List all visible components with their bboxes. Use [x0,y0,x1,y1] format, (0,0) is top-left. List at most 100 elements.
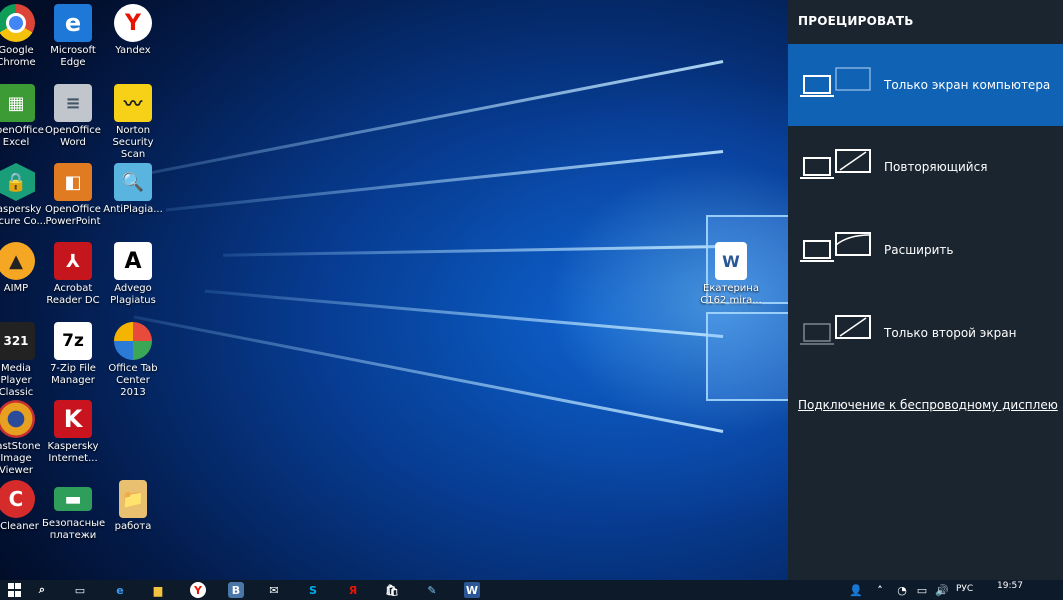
icon-label: Kaspersky Secure Co... [0,204,47,227]
chevron-up-icon[interactable]: ˄ [872,582,888,598]
edge-icon[interactable]: e [112,582,128,598]
media-player-icon: 321 [0,322,35,360]
presentation-icon: ◧ [54,163,92,201]
document-icon: ≡ [54,84,92,122]
icon-label: AntiPlagia... [103,204,163,215]
project-panel: ПРОЕЦИРОВАТЬ Только экран компьютера Пов… [788,0,1063,580]
kaspersky-k-icon: K [54,400,92,438]
icon-label: Безопасные платежи [42,518,106,541]
icon-label: FastStone Image Viewer [0,441,41,476]
wallpaper-ray [133,315,724,433]
desktop-icon-openoffice-word[interactable]: ≡ OpenOffice Word [42,84,104,149]
project-option-label: Повторяющийся [884,160,988,174]
taskbar-clock[interactable]: 19:57 [990,581,1030,591]
project-option-duplicate[interactable]: Повторяющийся [788,126,1063,208]
word-icon[interactable]: W [464,582,480,598]
icon-label: работа [114,521,152,532]
search-icon[interactable]: ⌕ [34,582,50,598]
desktop-icon-word-document[interactable]: W Екатерина С162 mira... [700,242,762,307]
icon-label: Microsoft Edge [50,45,96,68]
aimp-icon: ▲ [0,242,35,280]
notepad-icon[interactable]: ✎ [424,582,440,598]
desktop-icon-antiplagiat[interactable]: 🔍 AntiPlagia... [102,163,164,216]
connect-wireless-display-link[interactable]: Подключение к беспроводному дисплею [798,398,1058,412]
task-view-icon[interactable]: ▭ [72,582,88,598]
desktop-icon-7zip-file-manager[interactable]: 7z 7-Zip File Manager [42,322,104,387]
clock-time: 19:57 [997,581,1023,591]
yandex-icon: Y [114,4,152,42]
yandex-icon[interactable]: Y [190,582,206,598]
icon-label: Acrobat Reader DC [46,283,100,306]
file-explorer-icon[interactable]: ▆ [150,582,166,598]
icon-label: OpenOffice Word [45,125,101,148]
desktop-icon-media-player-classic[interactable]: 321 Media Player Classic [0,322,47,399]
battery-icon[interactable]: ▭ [914,582,930,598]
desktop-icon-aimp[interactable]: ▲ AIMP [0,242,47,295]
word-document-icon: W [715,242,747,280]
store-icon[interactable]: 🛍 [384,582,400,598]
folder-icon: 📁 [119,480,147,518]
desktop-icon-yandex[interactable]: Y Yandex [102,4,164,57]
desktop-icon-office-tab-center[interactable]: Office Tab Center 2013 [102,322,164,399]
icon-label: Yandex [115,45,151,56]
desktop-icon-norton-security-scan[interactable]: 〰 Norton Security Scan [102,84,164,161]
acrobat-icon: ⅄ [54,242,92,280]
desktop-icon-microsoft-edge[interactable]: e Microsoft Edge [42,4,104,69]
faststone-icon [0,400,35,438]
project-option-label: Расширить [884,243,954,257]
icon-label: Kaspersky Internet... [47,441,99,464]
project-panel-title: ПРОЕЦИРОВАТЬ [798,14,914,28]
desktop-icon-advego-plagiatus[interactable]: A Advego Plagiatus [102,242,164,307]
desktop-icon-kaspersky-secure[interactable]: 🔒 Kaspersky Secure Co... [0,163,47,228]
desktop-icon-faststone-image-viewer[interactable]: FastStone Image Viewer [0,400,47,477]
icon-label: Екатерина С162 mira... [700,283,762,306]
7zip-icon: 7z [54,322,92,360]
wallpaper-window-pane [706,312,790,401]
desktop-icon-google-chrome[interactable]: Google Chrome [0,4,47,69]
icon-label: CCleaner [0,521,39,532]
edge-icon: e [54,4,92,42]
yandex-browser-icon[interactable]: Я [345,582,361,598]
extend-icon [800,232,871,262]
input-language-indicator[interactable]: РУС [956,584,973,594]
vk-icon[interactable]: B [228,582,244,598]
desktop-icon-ccleaner[interactable]: C CCleaner [0,480,47,533]
volume-icon[interactable]: 🔊 [934,582,950,598]
wallpaper-ray [223,245,724,257]
card-icon: ▬ [54,487,92,511]
icon-label: Office Tab Center 2013 [108,363,158,398]
advego-icon: A [114,242,152,280]
desktop-icon-acrobat-reader[interactable]: ⅄ Acrobat Reader DC [42,242,104,307]
duplicate-icon [800,149,871,179]
icon-label: Advego Plagiatus [110,283,156,306]
icon-label: Media Player Classic [0,363,34,398]
icon-label: AIMP [3,283,29,294]
windows-icon[interactable] [8,582,21,598]
norton-icon: 〰 [114,84,152,122]
mail-icon[interactable]: ✉ [266,582,282,598]
project-option-label: Только экран компьютера [884,78,1051,92]
people-icon[interactable]: 👤 [848,582,864,598]
project-option-second-screen-only[interactable]: Только второй экран [788,292,1063,374]
magnifier-icon: 🔍 [114,163,152,201]
kaspersky-shield-icon: 🔒 [0,163,35,201]
project-option-pc-screen-only[interactable]: Только экран компьютера [788,44,1063,126]
chrome-icon [0,4,35,42]
icon-label: 7-Zip File Manager [50,363,96,386]
icon-label: Google Chrome [0,45,36,68]
ccleaner-icon: C [0,480,35,518]
desktop-icon-openoffice-excel[interactable]: ▦ OpenOffice Excel [0,84,47,149]
wallpaper-ray [165,150,724,212]
second-screen-only-icon [800,315,871,345]
desktop-icon-rabota-folder[interactable]: 📁 работа [102,480,164,533]
spreadsheet-icon: ▦ [0,84,35,122]
desktop-icon-kaspersky-internet[interactable]: K Kaspersky Internet... [42,400,104,465]
icon-label: Norton Security Scan [112,125,154,160]
taskbar: ⌕ ▭ e ▆ Y B ✉ S Я 🛍 ✎ W 👤 ˄ ◔ ▭ 🔊 РУС 19… [0,580,1063,600]
skype-icon[interactable]: S [305,582,321,598]
project-option-extend[interactable]: Расширить [788,209,1063,291]
desktop-icon-openoffice-powerpoint[interactable]: ◧ OpenOffice PowerPoint [42,163,104,228]
project-option-label: Только второй экран [884,326,1017,340]
desktop-icon-bezopasnye-platezhi[interactable]: ▬ Безопасные платежи [42,480,106,542]
network-icon[interactable]: ◔ [894,582,910,598]
